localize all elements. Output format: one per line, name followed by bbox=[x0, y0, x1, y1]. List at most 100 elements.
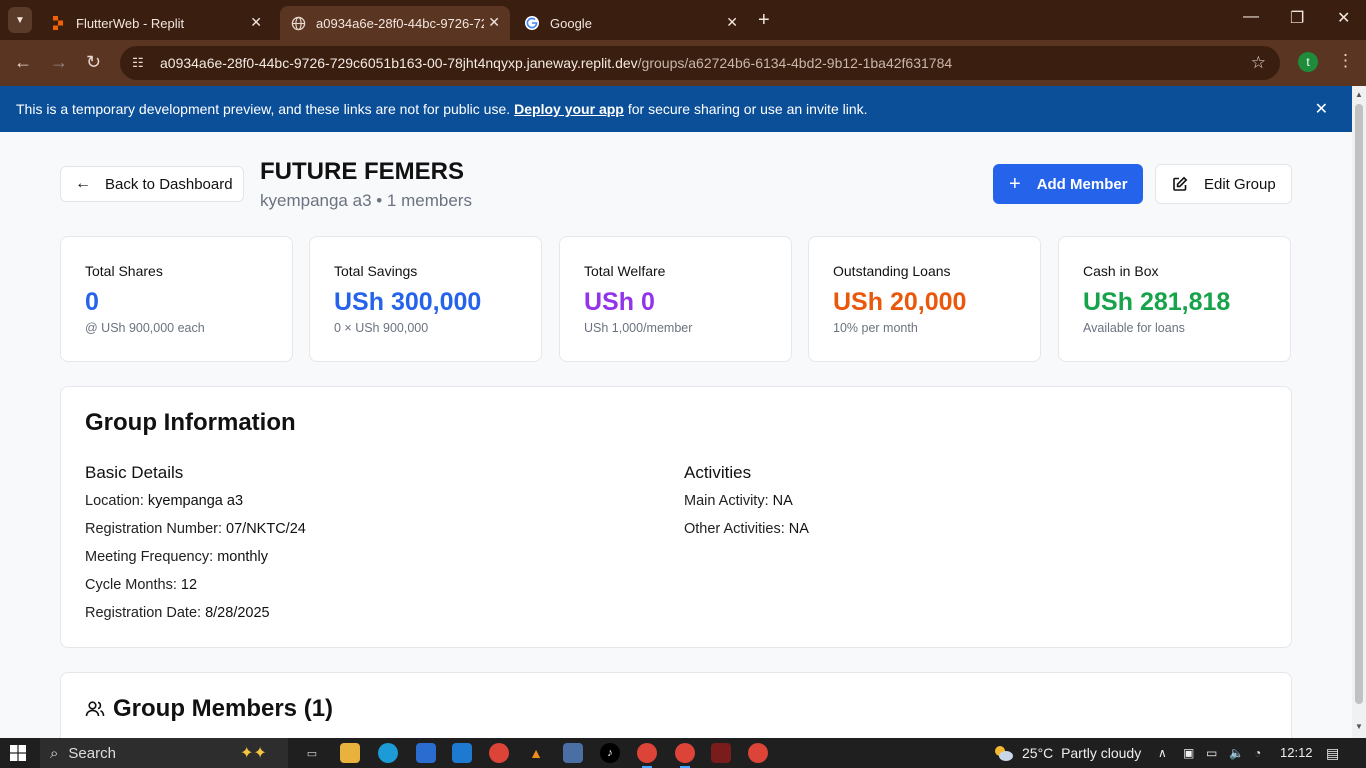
wifi-icon[interactable]: ◔ bbox=[1254, 746, 1261, 760]
stat-card-total-savings: Total Savings USh 300,000 0 × USh 900,00… bbox=[309, 236, 542, 362]
url-field[interactable]: ☷ a0934a6e-28f0-44bc-9726-729c6051b163-0… bbox=[120, 46, 1280, 80]
tab-title: FlutterWeb - Replit bbox=[76, 15, 185, 31]
taskbar-search-label: Search bbox=[68, 744, 116, 762]
bookmark-star-icon[interactable]: ☆ bbox=[1251, 53, 1266, 73]
stat-note: USh 1,000/member bbox=[584, 321, 693, 335]
windows-start-icon[interactable] bbox=[10, 745, 26, 766]
clock[interactable]: 12:12 bbox=[1280, 745, 1313, 760]
scrollbar-thumb[interactable] bbox=[1355, 104, 1363, 704]
back-arrow-icon[interactable]: ← bbox=[14, 52, 32, 73]
activities-heading: Activities bbox=[684, 463, 752, 482]
stat-card-outstanding-loans: Outstanding Loans USh 20,000 10% per mon… bbox=[808, 236, 1041, 362]
stat-card-total-welfare: Total Welfare USh 0 USh 1,000/member bbox=[559, 236, 792, 362]
detail-value: NA bbox=[772, 493, 793, 509]
address-bar-row: ← → ↻ ☷ a0934a6e-28f0-44bc-9726-729c6051… bbox=[0, 40, 1366, 86]
stat-card-total-shares: Total Shares 0 @ USh 900,000 each bbox=[60, 236, 293, 362]
tab-title: Google bbox=[550, 15, 592, 31]
volume-icon[interactable]: 🔈 bbox=[1229, 746, 1244, 760]
chrome-icon[interactable] bbox=[748, 743, 768, 763]
page-scrollbar[interactable]: ▲ ▼ bbox=[1352, 86, 1366, 738]
chevron-up-icon[interactable]: ∧ bbox=[1158, 746, 1167, 760]
taskbar-search[interactable]: ⌕ Search ✦✦ bbox=[40, 738, 288, 768]
close-icon[interactable]: ✕ bbox=[1315, 99, 1328, 119]
detail-row-meeting-frequency: Meeting Frequency: monthly bbox=[85, 549, 306, 577]
tiktok-icon[interactable]: ♪ bbox=[600, 743, 620, 763]
tab-search-button[interactable]: ▼ bbox=[8, 7, 32, 33]
globe-icon bbox=[290, 15, 306, 31]
stat-value: USh 0 bbox=[584, 288, 655, 316]
weather-temp: 25°C bbox=[1022, 745, 1054, 761]
minimize-icon[interactable]: — bbox=[1243, 8, 1259, 26]
chrome-icon[interactable] bbox=[675, 743, 695, 768]
app-icon[interactable] bbox=[711, 743, 731, 763]
chevron-down-icon: ▼ bbox=[15, 14, 25, 26]
activities-column: Activities Main Activity: NA Other Activ… bbox=[684, 463, 809, 549]
mail-icon[interactable] bbox=[452, 743, 472, 763]
detail-value: kyempanga a3 bbox=[147, 493, 244, 509]
detail-row-cycle-months: Cycle Months: 12 bbox=[85, 577, 306, 605]
close-icon[interactable]: ✕ bbox=[250, 14, 262, 31]
stat-label: Outstanding Loans bbox=[833, 263, 951, 279]
detail-value: NA bbox=[788, 521, 809, 537]
group-information-card: Group Information Basic Details Location… bbox=[60, 386, 1292, 648]
edit-group-button[interactable]: Edit Group bbox=[1155, 164, 1292, 204]
detail-label: Other Activities: bbox=[684, 521, 785, 537]
weather-desc: Partly cloudy bbox=[1061, 745, 1142, 761]
detail-value: monthly bbox=[217, 549, 268, 565]
reload-icon[interactable]: ↻ bbox=[86, 52, 101, 73]
forward-arrow-icon[interactable]: → bbox=[50, 52, 68, 73]
close-window-icon[interactable]: ✕ bbox=[1337, 8, 1350, 28]
vlc-icon[interactable]: ▲ bbox=[526, 743, 546, 763]
windows-taskbar: ⌕ Search ✦✦ ▭ ▲ ♪ 25°C Partly cloudy ∧ ▣… bbox=[0, 738, 1366, 768]
chrome-icon[interactable] bbox=[489, 743, 509, 763]
members-title: Group Members (1) bbox=[113, 695, 334, 722]
detail-label: Meeting Frequency: bbox=[85, 549, 214, 565]
browser-menu-icon[interactable]: ⋮ bbox=[1337, 51, 1354, 71]
scroll-down-icon[interactable]: ▼ bbox=[1355, 722, 1363, 731]
back-button-label: Back to Dashboard bbox=[105, 175, 233, 193]
detail-label: Registration Date: bbox=[85, 605, 202, 621]
close-icon[interactable]: ✕ bbox=[488, 14, 500, 31]
scroll-up-icon[interactable]: ▲ bbox=[1355, 90, 1363, 99]
close-icon[interactable]: ✕ bbox=[726, 14, 738, 31]
page-title: FUTURE FEMERS bbox=[260, 158, 464, 185]
new-tab-icon[interactable]: + bbox=[758, 9, 770, 32]
site-info-icon[interactable]: ☷ bbox=[132, 55, 152, 71]
notification-icon[interactable]: ▤ bbox=[1326, 745, 1339, 762]
stat-note: @ USh 900,000 each bbox=[85, 321, 205, 335]
battery-icon[interactable]: ▭ bbox=[1206, 746, 1217, 760]
stat-note: 0 × USh 900,000 bbox=[334, 321, 429, 335]
meet-icon[interactable]: ▣ bbox=[1183, 746, 1194, 760]
stat-value: 0 bbox=[85, 288, 99, 316]
tab-flutterweb[interactable]: FlutterWeb - Replit ✕ bbox=[40, 6, 272, 40]
tab-preview[interactable]: a0934a6e-28f0-44bc-9726-729c ✕ bbox=[280, 6, 510, 40]
chrome-icon[interactable] bbox=[637, 743, 657, 768]
keyboard-icon[interactable] bbox=[563, 743, 583, 763]
detail-row-registration-date: Registration Date: 8/28/2025 bbox=[85, 605, 306, 633]
tab-google[interactable]: Google ✕ bbox=[514, 6, 748, 40]
partly-cloudy-icon bbox=[995, 746, 1013, 761]
store-icon[interactable] bbox=[416, 743, 436, 763]
file-explorer-icon[interactable] bbox=[340, 743, 360, 763]
profile-avatar[interactable]: t bbox=[1298, 52, 1318, 72]
basic-details-heading: Basic Details bbox=[85, 463, 184, 482]
edge-icon[interactable] bbox=[378, 743, 398, 763]
sparkle-icon: ✦✦ bbox=[240, 745, 267, 762]
stat-value: USh 281,818 bbox=[1083, 288, 1231, 316]
detail-label: Main Activity: bbox=[684, 493, 769, 509]
deploy-link[interactable]: Deploy your app bbox=[514, 101, 624, 117]
stat-label: Cash in Box bbox=[1083, 263, 1159, 279]
restore-icon[interactable]: ❐ bbox=[1290, 8, 1304, 28]
stat-note: 10% per month bbox=[833, 321, 918, 335]
add-member-button[interactable]: + Add Member bbox=[993, 164, 1143, 204]
banner-text-end: for secure sharing or use an invite link… bbox=[627, 101, 868, 117]
task-view-icon[interactable]: ▭ bbox=[302, 743, 322, 763]
stat-card-cash-in-box: Cash in Box USh 281,818 Available for lo… bbox=[1058, 236, 1291, 362]
weather-widget[interactable]: 25°C Partly cloudy bbox=[992, 744, 1141, 762]
group-members-card: Group Members (1) bbox=[60, 672, 1292, 738]
detail-label: Registration Number: bbox=[85, 521, 222, 537]
url-path: /groups/a62724b6-6134-4bd2-9b12-1ba42f63… bbox=[637, 55, 953, 71]
back-to-dashboard-button[interactable]: ← Back to Dashboard bbox=[60, 166, 244, 202]
basic-details-column: Basic Details Location: kyempanga a3 Reg… bbox=[85, 463, 306, 633]
detail-value: 12 bbox=[180, 577, 198, 593]
